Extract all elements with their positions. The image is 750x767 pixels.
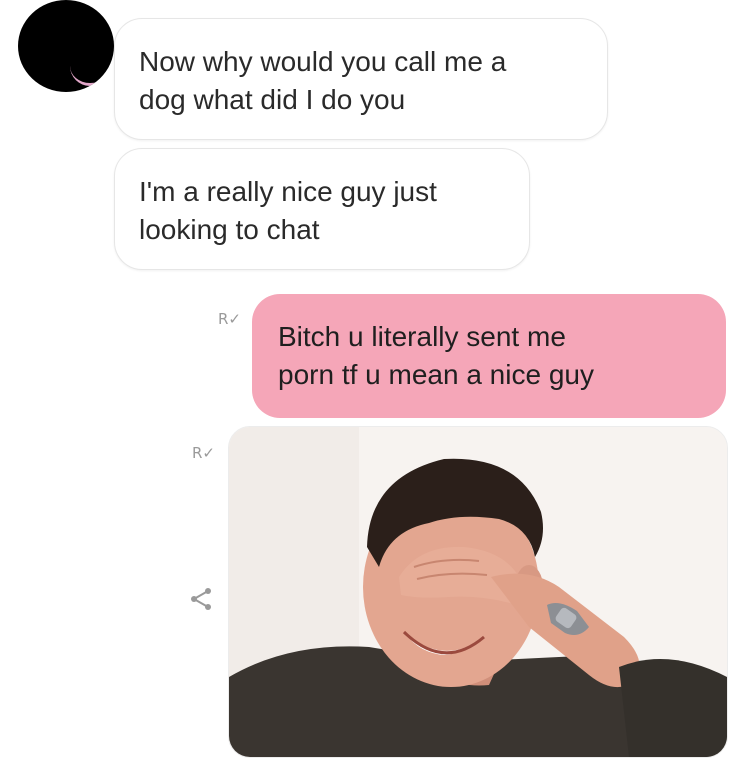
read-receipt-icon: R✓ <box>192 444 215 462</box>
avatar-ring-decoration <box>70 63 110 86</box>
contact-avatar[interactable] <box>18 0 114 92</box>
man-laughing-facepalm-photo <box>229 427 727 757</box>
share-icon[interactable] <box>188 586 214 612</box>
outgoing-message-1[interactable]: Bitch u literally sent me porn tf u mean… <box>252 294 726 418</box>
incoming-message-2[interactable]: I'm a really nice guy just looking to ch… <box>114 148 530 270</box>
message-text-line: looking to chat <box>139 214 320 245</box>
message-text-line: dog what did I do you <box>139 84 406 115</box>
message-text-line: porn tf u mean a nice guy <box>278 359 594 390</box>
incoming-message-1[interactable]: Now why would you call me a dog what did… <box>114 18 608 140</box>
image-message[interactable] <box>228 426 728 758</box>
message-text-line: Bitch u literally sent me <box>278 321 566 352</box>
message-text-line: Now why would you call me a <box>139 46 507 77</box>
read-receipt-icon: R✓ <box>218 310 241 328</box>
message-text-line: I'm a really nice guy just <box>139 176 437 207</box>
